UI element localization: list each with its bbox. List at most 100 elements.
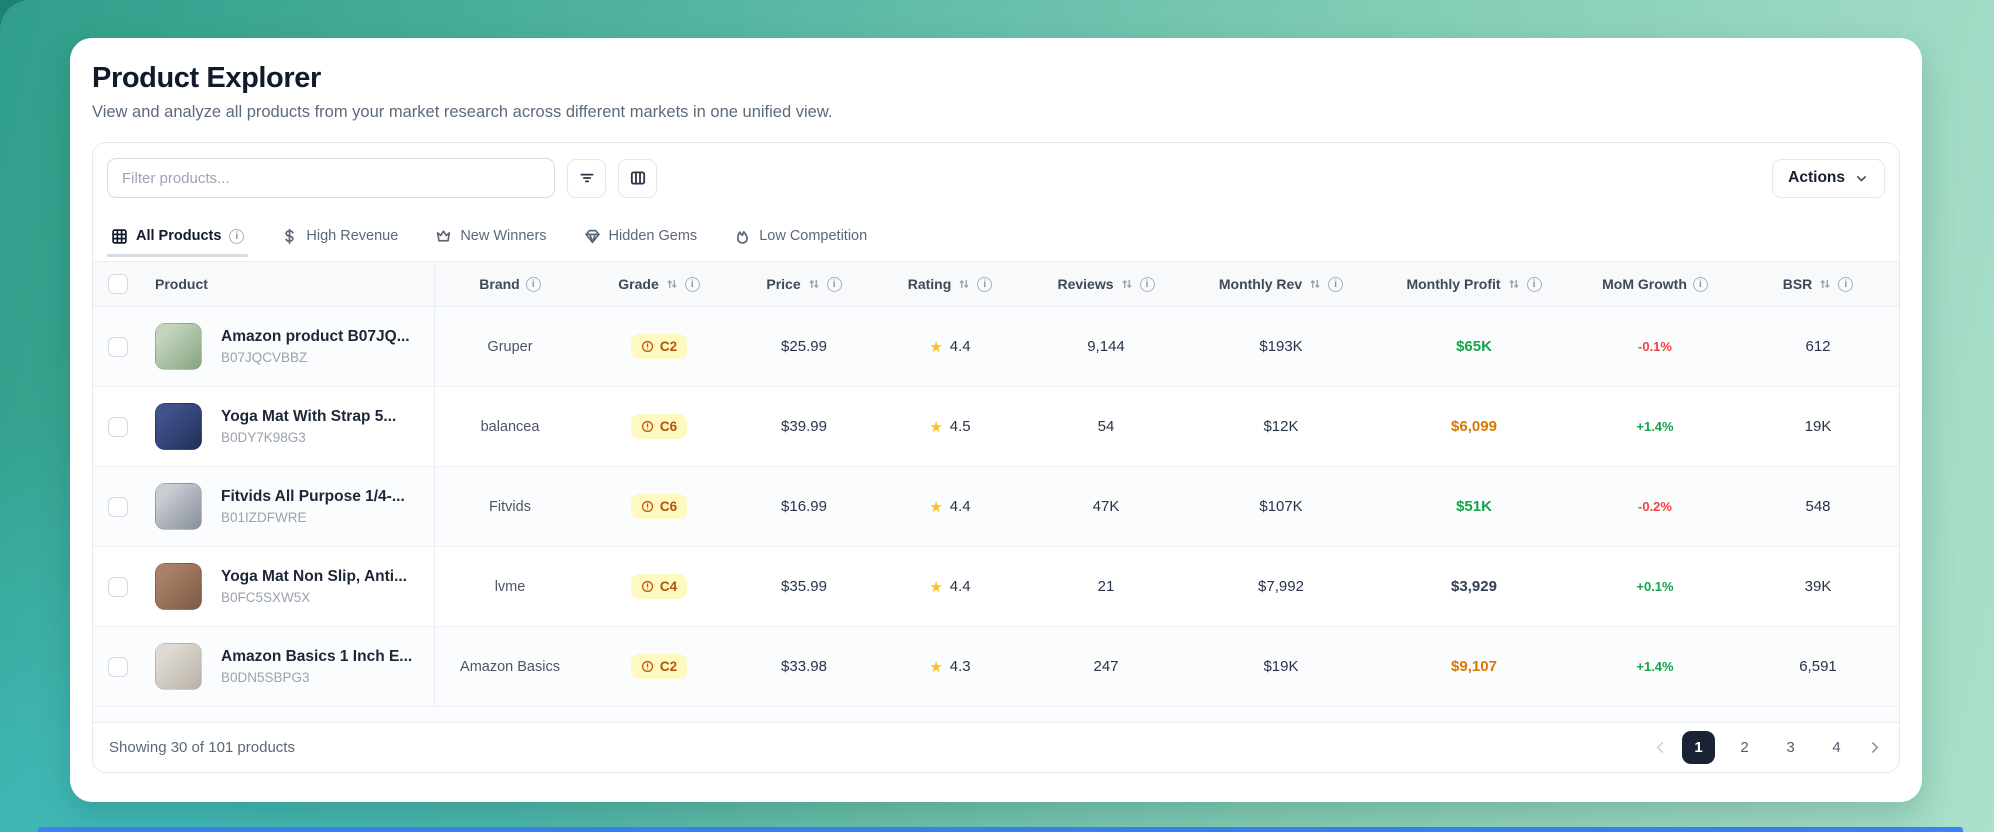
actions-button[interactable]: Actions: [1772, 158, 1885, 198]
column-label: Reviews: [1057, 276, 1114, 292]
table-footer: Showing 30 of 101 products 1234: [93, 722, 1899, 772]
grade-cell: C2: [585, 307, 733, 386]
sort-arrows-icon[interactable]: [807, 277, 821, 291]
grade-badge: C2: [630, 654, 688, 679]
table-row[interactable]: Yoga Mat Non Slip, Anti... B0FC5SXW5X lv…: [93, 547, 1899, 627]
tab-high-revenue[interactable]: High Revenue: [281, 211, 398, 261]
price-cell: $39.99: [781, 418, 827, 435]
info-icon[interactable]: i: [1838, 276, 1854, 292]
brand-name: Amazon Basics: [460, 658, 560, 675]
tab-hidden-gems[interactable]: Hidden Gems: [584, 211, 697, 261]
product-meta: Yoga Mat With Strap 5... B0DY7K98G3: [221, 408, 396, 445]
info-icon[interactable]: i: [977, 276, 993, 292]
sort-arrows-icon[interactable]: [1120, 277, 1134, 291]
info-icon[interactable]: i: [525, 276, 541, 292]
page-button-3[interactable]: 3: [1774, 731, 1807, 764]
star-icon: ★: [929, 578, 943, 596]
product-title[interactable]: Fitvids All Purpose 1/4-...: [221, 488, 405, 506]
checkbox-cell: [93, 627, 143, 706]
column-label: Monthly Profit: [1406, 276, 1501, 292]
row-checkbox[interactable]: [108, 656, 128, 677]
alert-circle-icon: [641, 420, 654, 433]
product-title[interactable]: Amazon product B07JQ...: [221, 328, 410, 346]
product-cell: Yoga Mat Non Slip, Anti... B0FC5SXW5X: [143, 547, 435, 626]
info-icon[interactable]: i: [684, 276, 700, 292]
page-button-4[interactable]: 4: [1820, 731, 1853, 764]
info-icon[interactable]: i: [1139, 276, 1155, 292]
info-icon[interactable]: i: [1692, 276, 1708, 292]
products-panel: Actions All Products i High Revenue New Win…: [92, 142, 1900, 773]
mom-growth-cell: +0.1%: [1636, 579, 1674, 594]
product-cell: Fitvids All Purpose 1/4-... B01IZDFWRE: [143, 467, 435, 546]
row-checkbox[interactable]: [108, 336, 128, 357]
row-checkbox[interactable]: [108, 416, 128, 437]
header-cell-reviews[interactable]: Reviews i: [1025, 262, 1187, 306]
rating-cell: ★ 4.3: [929, 658, 971, 676]
monthly-rev-cell: $7,992: [1258, 578, 1304, 595]
tab-label: New Winners: [460, 228, 547, 244]
brand-cell: Gruper: [435, 307, 585, 386]
sort-arrows-icon[interactable]: [957, 277, 971, 291]
monthly-profit-cell: $3,929: [1451, 578, 1497, 595]
pagination: 1234: [1652, 731, 1883, 764]
table-row[interactable]: Amazon product B07JQ... B07JQCVBBZ Grupe…: [93, 307, 1899, 387]
monthly-profit-cell: $51K: [1456, 498, 1492, 515]
actions-button-label: Actions: [1788, 169, 1845, 186]
tab-new-winners[interactable]: New Winners: [435, 211, 547, 261]
info-icon[interactable]: i: [1328, 276, 1344, 292]
sort-arrows-icon[interactable]: [1818, 277, 1832, 291]
header-cell-bsr[interactable]: BSR i: [1737, 262, 1899, 306]
rating-cell: ★ 4.4: [929, 338, 971, 356]
product-cell: Amazon product B07JQ... B07JQCVBBZ: [143, 307, 435, 386]
dollar-icon: [281, 228, 298, 245]
sort-arrows-icon[interactable]: [1308, 277, 1322, 291]
mom-growth-cell: +1.4%: [1636, 419, 1674, 434]
product-title[interactable]: Yoga Mat Non Slip, Anti...: [221, 568, 407, 586]
tab-low-competition[interactable]: Low Competition: [734, 211, 867, 261]
header-cell-mom-growth: MoM Growth i: [1573, 262, 1737, 306]
header-cell-price[interactable]: Price i: [733, 262, 875, 306]
sort-arrows-icon[interactable]: [1507, 277, 1521, 291]
filter-input[interactable]: [107, 158, 555, 198]
table-row[interactable]: Yoga Mat With Strap 5... B0DY7K98G3 bala…: [93, 387, 1899, 467]
info-icon[interactable]: i: [1526, 276, 1542, 292]
product-title[interactable]: Yoga Mat With Strap 5...: [221, 408, 396, 426]
price-cell: $16.99: [781, 498, 827, 515]
tab-all-products[interactable]: All Products i: [106, 211, 249, 261]
price-cell: $35.99: [781, 578, 827, 595]
info-icon[interactable]: i: [826, 276, 842, 292]
product-image: [155, 643, 202, 690]
pagination-prev-button[interactable]: [1652, 739, 1669, 756]
header-cell-rating[interactable]: Rating i: [875, 262, 1025, 306]
pagination-next-button[interactable]: [1866, 739, 1883, 756]
mom-growth-cell: -0.1%: [1638, 339, 1672, 354]
product-asin: B01IZDFWRE: [221, 510, 307, 525]
mom-growth-cell: -0.2%: [1638, 499, 1672, 514]
product-title[interactable]: Amazon Basics 1 Inch E...: [221, 648, 412, 666]
select-all-checkbox[interactable]: [108, 274, 128, 294]
info-icon[interactable]: i: [229, 228, 245, 244]
table-row[interactable]: Amazon Basics 1 Inch E... B0DN5SBPG3 Ama…: [93, 627, 1899, 707]
bsr-cell: 548: [1805, 498, 1831, 515]
tab-label: High Revenue: [306, 228, 399, 244]
columns-button[interactable]: [618, 158, 657, 198]
page-button-2[interactable]: 2: [1728, 731, 1761, 764]
product-meta: Fitvids All Purpose 1/4-... B01IZDFWRE: [221, 488, 405, 525]
column-label: Rating: [907, 276, 952, 292]
header-cell-monthly-rev[interactable]: Monthly Rev i: [1187, 262, 1375, 306]
page-button-1[interactable]: 1: [1682, 731, 1715, 764]
column-label: BSR: [1782, 276, 1813, 292]
sort-arrows-icon[interactable]: [665, 277, 679, 291]
header-cell-monthly-profit[interactable]: Monthly Profit i: [1375, 262, 1573, 306]
table-row[interactable]: Fitvids All Purpose 1/4-... B01IZDFWRE F…: [93, 467, 1899, 547]
rating-cell: ★ 4.5: [929, 418, 971, 436]
product-meta: Yoga Mat Non Slip, Anti... B0FC5SXW5X: [221, 568, 407, 605]
row-checkbox[interactable]: [108, 496, 128, 517]
row-checkbox[interactable]: [108, 576, 128, 597]
product-image: [155, 323, 202, 370]
header-cell-grade[interactable]: Grade i: [585, 262, 733, 306]
reviews-cell: 9,144: [1087, 338, 1125, 355]
filter-button[interactable]: [567, 158, 606, 198]
grade-badge: C2: [630, 334, 688, 359]
column-label: Monthly Rev: [1218, 276, 1303, 292]
